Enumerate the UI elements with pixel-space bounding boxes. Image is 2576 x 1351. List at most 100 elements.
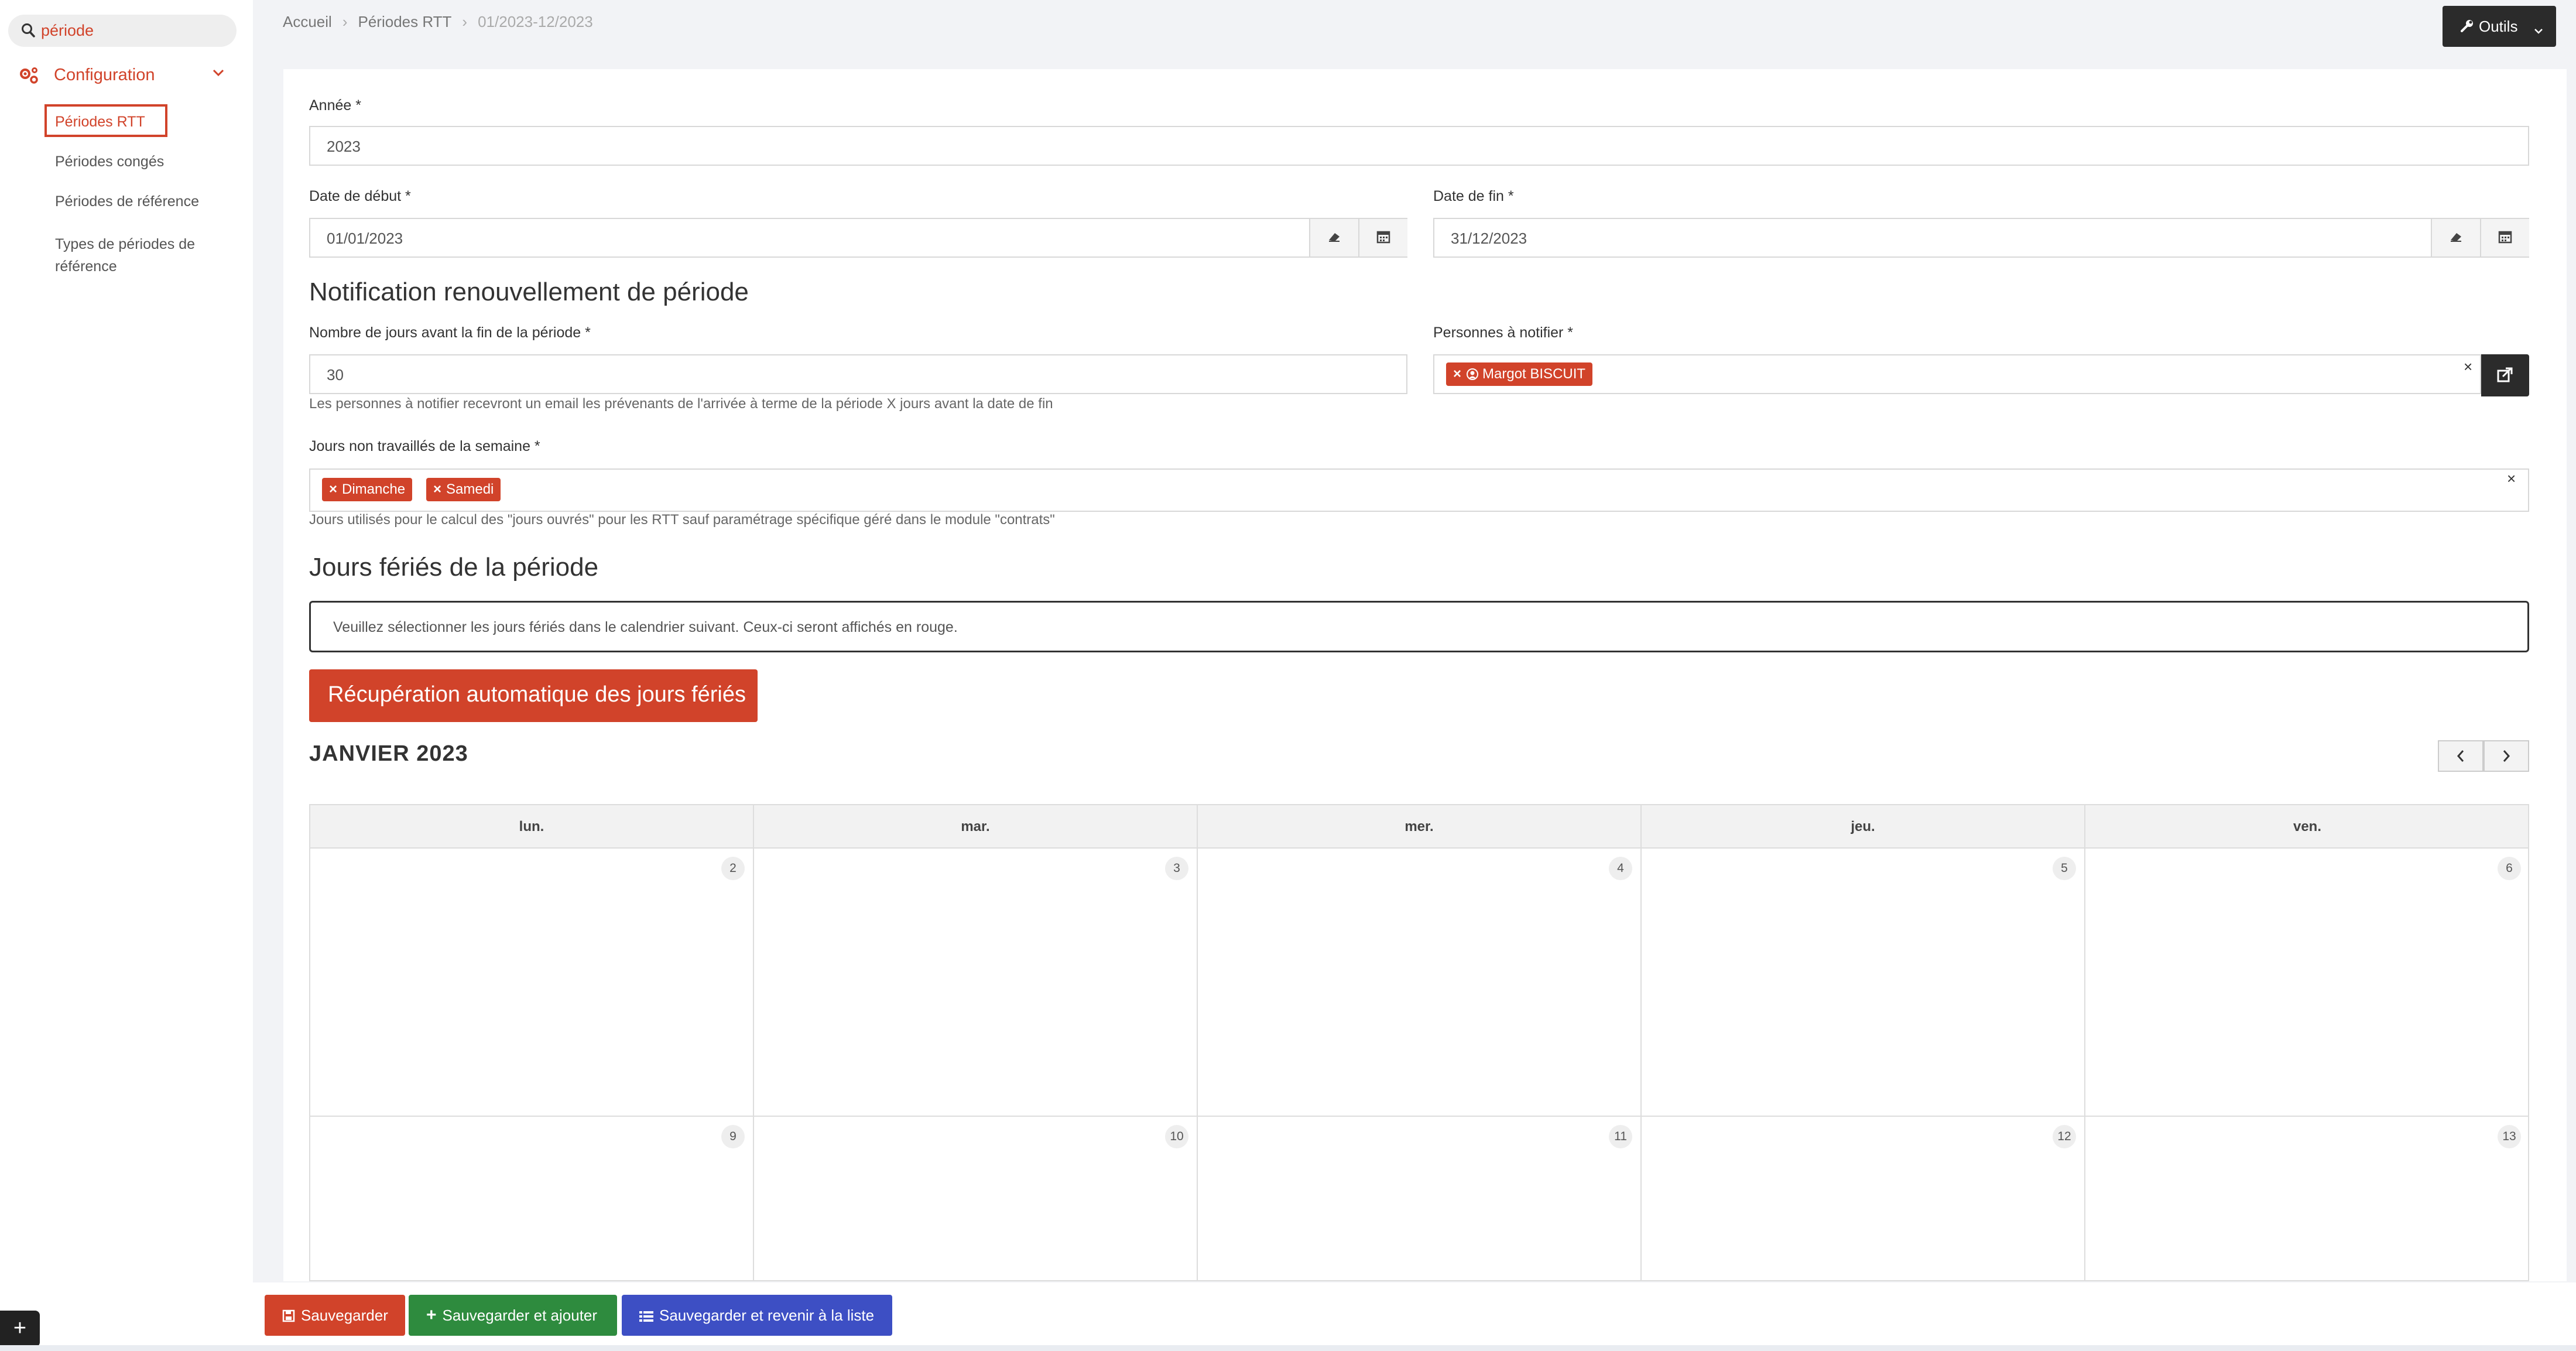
calendar-picker-button[interactable] <box>1358 219 1407 256</box>
sidebar: période Configuration Périodes RTT Pério… <box>0 0 253 1351</box>
day-tag-dimanche[interactable]: × Dimanche <box>322 478 413 501</box>
sidebar-item-periodes-reference[interactable]: Périodes de référence <box>55 193 199 210</box>
breadcrumb-periodes-rtt[interactable]: Périodes RTT <box>358 13 452 30</box>
eraser-icon <box>2448 231 2464 245</box>
date-fin-field[interactable]: 31/12/2023 <box>1433 218 2529 258</box>
save-and-add-button[interactable]: + Sauvegarder et ajouter <box>409 1295 617 1336</box>
auto-holidays-label: Récupération automatique des jours férié… <box>328 682 746 707</box>
sidebar-item-periodes-rtt[interactable]: Périodes RTT <box>44 104 167 137</box>
floppy-icon <box>282 1295 295 1336</box>
main-content: Accueil › Périodes RTT › 01/2023-12/2023 Out… <box>253 0 2576 1351</box>
personnes-label: Personnes à notifier * <box>1433 324 1574 341</box>
breadcrumb-separator: › <box>462 13 468 30</box>
eraser-icon <box>1327 231 1342 245</box>
form-card: Année * 2023 Date de début * 01/01/2023 … <box>283 69 2567 1281</box>
action-bar: Sauvegarder + Sauvegarder et ajouter Sauv… <box>253 1282 2576 1351</box>
eraser-button[interactable] <box>2431 219 2480 256</box>
calendar-day-cell[interactable]: 2 <box>310 849 754 1117</box>
calendar-day-cell[interactable]: 6 <box>2085 849 2528 1117</box>
save-and-return-button[interactable]: Sauvegarder et revenir à la liste <box>622 1295 892 1336</box>
calendar-grid: lun. mar. mer. jeu. ven. 2 3 4 5 6 9 10 … <box>309 804 2529 1281</box>
wrench-icon <box>2460 19 2474 37</box>
breadcrumb-separator: › <box>342 13 348 30</box>
calendar-day-cell[interactable]: 4 <box>1198 849 1642 1117</box>
sidebar-item-periodes-conges[interactable]: Périodes congés <box>55 153 164 170</box>
gears-icon <box>19 67 40 87</box>
calendar-icon <box>1376 230 1390 247</box>
sidebar-search-input[interactable]: période <box>8 15 237 47</box>
search-value: période <box>41 22 94 39</box>
breadcrumb-home[interactable]: Accueil <box>283 13 332 30</box>
day-header-mer: mer. <box>1198 805 1642 849</box>
day-number: 6 <box>2498 857 2521 880</box>
next-month-button[interactable] <box>2483 740 2529 772</box>
date-debut-value: 01/01/2023 <box>327 230 403 247</box>
calendar-day-cell[interactable]: 10 <box>754 1117 1198 1280</box>
prev-month-button[interactable] <box>2438 740 2483 772</box>
sidebar-item-label: Types de périodes de référence <box>55 236 196 275</box>
remove-tag-icon[interactable]: × <box>433 481 441 497</box>
day-number: 2 <box>721 857 745 880</box>
day-tag-label: Samedi <box>446 481 494 497</box>
calendar-day-cell[interactable]: 3 <box>754 849 1198 1117</box>
calendar-day-cell[interactable]: 12 <box>1642 1117 2085 1280</box>
calendar-picker-button[interactable] <box>2480 219 2529 256</box>
chevron-down-icon <box>2534 20 2543 39</box>
calendar-day-cell[interactable]: 11 <box>1198 1117 1642 1280</box>
calendar-day-cell[interactable]: 13 <box>2085 1117 2528 1280</box>
day-tag-label: Dimanche <box>342 481 406 497</box>
eraser-button[interactable] <box>1309 219 1358 256</box>
date-fin-value: 31/12/2023 <box>1451 230 1527 247</box>
annee-field[interactable]: 2023 <box>309 126 2529 166</box>
open-external-button[interactable] <box>2481 354 2529 396</box>
save-and-return-label: Sauvegarder et revenir à la liste <box>659 1306 875 1324</box>
remove-tag-icon[interactable]: × <box>329 481 337 497</box>
calendar-icon <box>2498 230 2512 247</box>
nb-jours-label: Nombre de jours avant la fin de la pério… <box>309 324 591 341</box>
clear-selection-icon[interactable]: × <box>2464 358 2472 376</box>
sidebar-item-types-periodes[interactable]: Types de périodes de référence <box>55 233 213 278</box>
annee-label: Année * <box>309 97 361 114</box>
personnes-select[interactable]: × Margot BISCUIT × <box>1433 354 2481 394</box>
feries-notice: Veuillez sélectionner les jours fériés d… <box>309 601 2529 652</box>
auto-holidays-button[interactable]: Récupération automatique des jours férié… <box>309 669 758 722</box>
tools-label: Outils <box>2479 18 2518 35</box>
sidebar-item-label: Périodes de référence <box>55 193 199 210</box>
breadcrumb: Accueil › Périodes RTT › 01/2023-12/2023 <box>283 13 593 31</box>
day-number: 9 <box>721 1125 745 1148</box>
feries-notice-text: Veuillez sélectionner les jours fériés d… <box>333 619 958 635</box>
day-number: 11 <box>1609 1125 1632 1148</box>
jours-non-label: Jours non travaillés de la semaine * <box>309 438 540 454</box>
day-number: 4 <box>1609 857 1632 880</box>
nb-jours-help: Les personnes à notifier recevront un em… <box>309 396 1053 412</box>
notification-section-title: Notification renouvellement de période <box>309 278 749 306</box>
chevron-down-icon <box>212 68 225 80</box>
nb-jours-field[interactable]: 30 <box>309 354 1407 394</box>
day-tag-samedi[interactable]: × Samedi <box>426 478 501 501</box>
feries-section-title: Jours fériés de la période <box>309 553 599 582</box>
day-number: 5 <box>2053 857 2076 880</box>
day-number: 13 <box>2498 1125 2521 1148</box>
day-header-jeu: jeu. <box>1642 805 2085 849</box>
remove-tag-icon[interactable]: × <box>1453 366 1461 382</box>
save-button[interactable]: Sauvegarder <box>265 1295 405 1336</box>
floating-add-button[interactable]: + <box>0 1311 40 1347</box>
tools-button[interactable]: Outils <box>2443 6 2556 47</box>
day-number: 12 <box>2053 1125 2076 1148</box>
calendar-day-cell[interactable]: 9 <box>310 1117 754 1280</box>
jours-non-select[interactable]: × Dimanche × Samedi × <box>309 468 2529 512</box>
date-debut-label: Date de début * <box>309 188 411 204</box>
day-number: 10 <box>1165 1125 1188 1148</box>
user-icon <box>1466 366 1482 382</box>
calendar-month-title: JANVIER 2023 <box>309 741 468 766</box>
clear-selection-icon[interactable]: × <box>2507 470 2516 488</box>
save-label: Sauvegarder <box>301 1306 388 1324</box>
day-header-lun: lun. <box>310 805 754 849</box>
sidebar-item-configuration[interactable]: Configuration <box>16 62 233 89</box>
footer-divider <box>0 1345 2576 1351</box>
person-tag[interactable]: × Margot BISCUIT <box>1446 362 1593 386</box>
sidebar-item-label: Périodes congés <box>55 153 165 170</box>
calendar-day-cell[interactable]: 5 <box>1642 849 2085 1117</box>
date-debut-field[interactable]: 01/01/2023 <box>309 218 1407 258</box>
sidebar-item-label: Configuration <box>54 66 155 84</box>
